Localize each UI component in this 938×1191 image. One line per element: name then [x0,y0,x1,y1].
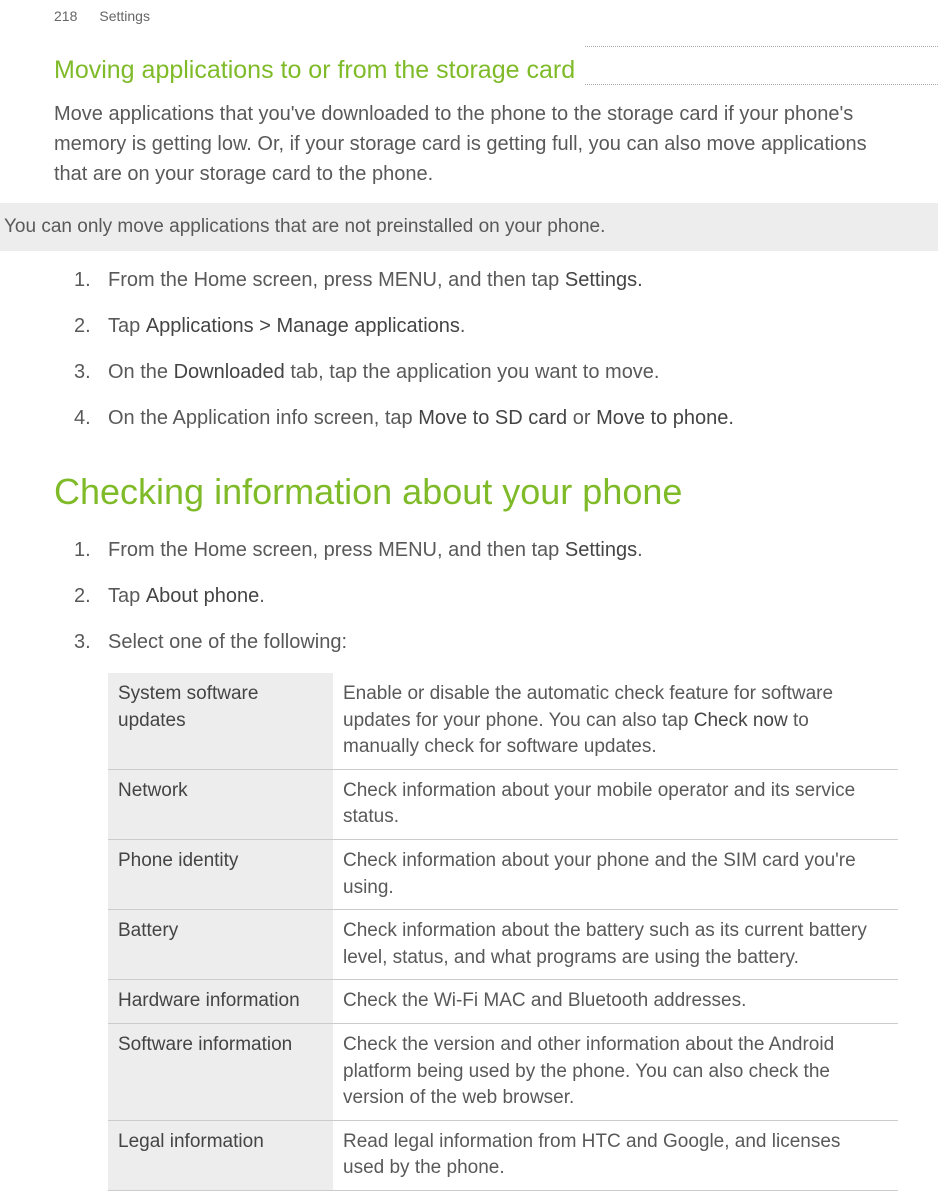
step-text: Tap [108,315,146,337]
step-text: Select one of the following: [108,631,347,653]
note-text: You can only move applications that are … [0,216,605,238]
page-container: 218 Settings Moving applications to or f… [0,0,938,1191]
step-number: 3. [74,357,91,387]
table-label: Software information [108,1023,333,1120]
table-row: Phone identity Check information about y… [108,839,898,909]
step-strong: Applications > Manage applications [146,315,460,337]
about-phone-table: System software updates Enable or disabl… [108,673,898,1191]
note-callout: You can only move applications that are … [0,203,938,251]
step-number: 2. [74,311,91,341]
table-desc: Check information about the battery such… [333,910,898,980]
step-text: Tap [108,585,146,607]
table-label: Network [108,769,333,839]
step-strong: Move to SD card [418,407,567,429]
step-text: On the [108,361,174,383]
step-text: From the Home screen, press MENU, and th… [108,269,565,291]
list-item: 2. Tap Applications > Manage application… [108,311,898,341]
step-strong: Settings [565,539,637,561]
step-number: 4. [74,403,91,433]
section-heading-container: Moving applications to or from the stora… [54,46,938,85]
step-strong: About phone [146,585,259,607]
desc-pre: Check information about your phone and t… [343,850,856,898]
table-row: Network Check information about your mob… [108,769,898,839]
list-item: 1. From the Home screen, press MENU, and… [108,535,898,565]
table-row: Legal information Read legal information… [108,1120,898,1190]
section2-steps: 1. From the Home screen, press MENU, and… [54,535,938,657]
list-item: 2. Tap About phone. [108,581,898,611]
step-post: . [637,539,643,561]
section1-intro: Move applications that you've downloaded… [54,99,938,189]
table-label: Battery [108,910,333,980]
table-row: Hardware information Check the Wi-Fi MAC… [108,980,898,1024]
section1-steps: 1. From the Home screen, press MENU, and… [54,265,938,433]
about-phone-table-wrap: System software updates Enable or disabl… [54,673,938,1191]
page-number: 218 [54,8,77,24]
table-desc: Enable or disable the automatic check fe… [333,673,898,769]
header-breadcrumb: Settings [99,8,150,24]
table-label: Legal information [108,1120,333,1190]
table-label: Hardware information [108,980,333,1024]
table-label: System software updates [108,673,333,769]
step-strong: Settings. [565,269,643,291]
step-post: tab, tap the application you want to mov… [285,361,660,383]
step-number: 3. [74,627,91,657]
table-desc: Check the version and other information … [333,1023,898,1120]
step-number: 2. [74,581,91,611]
desc-pre: Check information about your mobile oper… [343,780,855,828]
table-desc: Read legal information from HTC and Goog… [333,1120,898,1190]
step-mid: or [567,407,596,429]
desc-pre: Read legal information from HTC and Goog… [343,1131,840,1179]
list-item: 3. Select one of the following: [108,627,898,657]
step-number: 1. [74,535,91,565]
table-row: System software updates Enable or disabl… [108,673,898,769]
desc-pre: Check the version and other information … [343,1034,834,1108]
table-label: Phone identity [108,839,333,909]
list-item: 1. From the Home screen, press MENU, and… [108,265,898,295]
desc-strong: Check now [694,710,788,731]
table-desc: Check information about your phone and t… [333,839,898,909]
desc-pre: Check the Wi-Fi MAC and Bluetooth addres… [343,990,746,1011]
list-item: 3. On the Downloaded tab, tap the applic… [108,357,898,387]
step-strong: Downloaded [174,361,285,383]
section2-heading: Checking information about your phone [54,471,938,513]
table-row: Battery Check information about the batt… [108,910,898,980]
table-row: Software information Check the version a… [108,1023,898,1120]
step-strong2: Move to phone. [596,407,734,429]
step-post: . [259,585,265,607]
desc-pre: Check information about the battery such… [343,920,867,968]
list-item: 4. On the Application info screen, tap M… [108,403,898,433]
table-desc: Check the Wi-Fi MAC and Bluetooth addres… [333,980,898,1024]
step-text: On the Application info screen, tap [108,407,418,429]
step-text: From the Home screen, press MENU, and th… [108,539,565,561]
section1-heading: Moving applications to or from the stora… [54,46,585,85]
table-desc: Check information about your mobile oper… [333,769,898,839]
step-post: . [460,315,466,337]
step-number: 1. [74,265,91,295]
page-header: 218 Settings [0,0,938,30]
